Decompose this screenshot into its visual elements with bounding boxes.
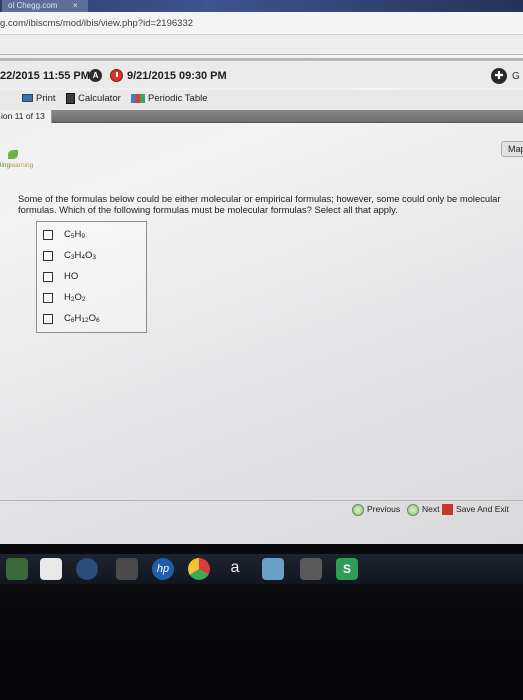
browser-chrome-band <box>0 35 523 55</box>
periodic-table-icon <box>131 93 145 103</box>
hp-icon[interactable]: hp <box>152 558 174 580</box>
question-nav-bar: ion 11 of 13 <box>0 110 523 123</box>
previous-arrow-icon <box>352 503 364 516</box>
checkbox[interactable] <box>43 251 53 261</box>
checkbox[interactable] <box>43 293 53 303</box>
next-label: Next <box>422 504 440 514</box>
option-label: H2O2 <box>64 292 86 303</box>
save-icon <box>442 504 453 516</box>
save-exit-button[interactable]: Save And Exit <box>442 502 509 516</box>
taskbar: hp a S <box>0 554 523 584</box>
previous-label: Previous <box>367 504 401 514</box>
checkbox[interactable] <box>43 314 53 324</box>
attempt-badge-icon: A <box>89 69 102 82</box>
option-3[interactable]: HO <box>43 271 143 285</box>
app-icon[interactable] <box>116 558 138 580</box>
print-label: Print <box>36 93 56 104</box>
option-label: C5H9 <box>64 229 85 240</box>
store-icon[interactable]: S <box>336 558 358 580</box>
tools-bar: Print Calculator Periodic Table <box>0 90 523 110</box>
start-time: 22/2015 11:55 PM <box>0 70 90 82</box>
owl-logo: linglearning <box>0 162 33 169</box>
browser-tab[interactable]: ol Chegg.com × <box>2 0 88 12</box>
timer-bar: 22/2015 11:55 PM A 9/21/2015 09:30 PM ✚ … <box>0 62 523 88</box>
logo-part-1: ling <box>0 162 11 169</box>
divider <box>0 58 523 61</box>
save-exit-label: Save And Exit <box>456 504 509 514</box>
due-time: 9/21/2015 09:30 PM <box>127 70 227 82</box>
weather-icon[interactable] <box>262 558 284 580</box>
url-text[interactable]: g.com/ibiscms/mod/ibis/view.php?id=21963… <box>0 18 193 29</box>
close-icon[interactable]: × <box>73 0 78 12</box>
keyboard-icon[interactable] <box>300 558 322 580</box>
checkbox[interactable] <box>43 272 53 282</box>
option-4[interactable]: H2O2 <box>43 292 143 306</box>
printer-icon <box>22 94 33 103</box>
option-label: C3H4O3 <box>64 250 97 261</box>
amazon-icon[interactable]: a <box>224 558 246 580</box>
calculator-icon <box>66 93 75 104</box>
logo-part-2: learning <box>10 162 34 169</box>
clock-icon <box>110 69 123 82</box>
chrome-icon[interactable] <box>188 558 210 580</box>
browser-tab-label: ol Chegg.com <box>8 1 58 10</box>
option-1[interactable]: C5H9 <box>43 229 143 243</box>
home-icon[interactable] <box>40 558 62 580</box>
calculator-label: Calculator <box>78 93 121 105</box>
option-label: HO <box>64 271 79 282</box>
print-button[interactable]: Print <box>22 93 56 104</box>
footer-divider <box>0 500 523 501</box>
option-2[interactable]: C3H4O3 <box>43 250 143 264</box>
calculator-button[interactable]: Calculator <box>66 93 121 104</box>
answer-options-box: C5H9 C3H4O3 HO H2O2 C6H12O6 <box>36 221 147 333</box>
previous-button[interactable]: Previous <box>352 502 400 516</box>
checkbox[interactable] <box>43 230 53 240</box>
periodic-table-button[interactable]: Periodic Table <box>131 93 208 104</box>
question-content: Map linglearning Some of the formulas be… <box>0 124 523 502</box>
device-bezel <box>0 584 523 700</box>
address-bar[interactable]: g.com/ibiscms/mod/ibis/view.php?id=21963… <box>0 12 523 35</box>
media-icon[interactable] <box>76 558 98 580</box>
desktop-icon[interactable] <box>6 558 28 580</box>
question-counter-tab[interactable]: ion 11 of 13 <box>0 110 52 123</box>
periodic-table-label: Periodic Table <box>148 93 208 104</box>
next-button[interactable]: Next <box>407 502 439 516</box>
browser-viewport: g.com/ibiscms/mod/ibis/view.php?id=21963… <box>0 12 523 544</box>
question-text: Some of the formulas below could be eith… <box>18 193 501 215</box>
next-arrow-icon <box>407 503 419 516</box>
map-button[interactable]: Map <box>501 141 523 157</box>
leaf-logo-icon <box>8 150 18 159</box>
help-icon[interactable]: ✚ <box>491 68 507 84</box>
option-label: C6H12O6 <box>64 313 100 324</box>
browser-tab-strip: ol Chegg.com × <box>0 0 523 12</box>
truncated-label: G <box>512 71 520 82</box>
option-5[interactable]: C6H12O6 <box>43 313 143 327</box>
